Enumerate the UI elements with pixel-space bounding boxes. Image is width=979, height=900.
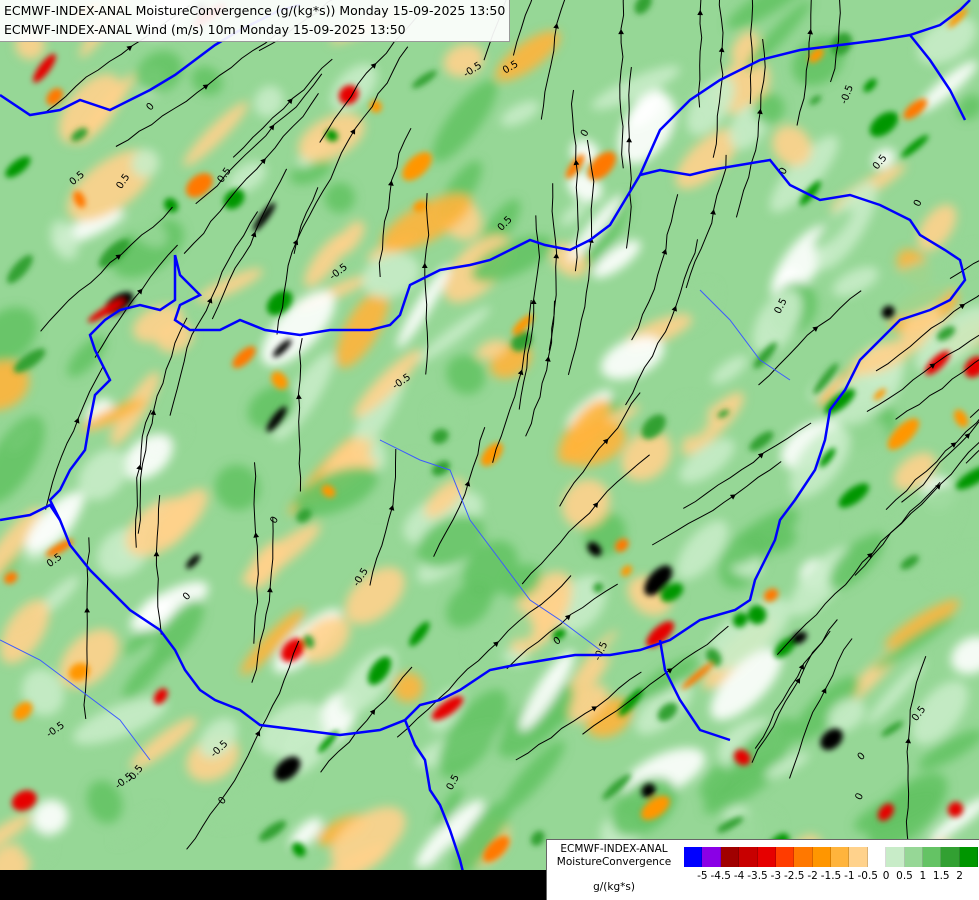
legend-units: g/(kg*s)	[593, 881, 635, 893]
legend-tick-label: 0.5	[896, 870, 913, 882]
legend-swatch	[775, 847, 795, 867]
legend-swatch	[941, 847, 960, 867]
moisture-convergence-map: 0.5-0.500.5-0.500.5-0.500.5-0.500.5-0.50…	[0, 0, 979, 900]
legend-tick-label: -1	[844, 870, 855, 882]
map-title-box: ECMWF-INDEX-ANAL MoistureConvergence (g/…	[0, 0, 511, 42]
legend-tick-label: 0	[882, 870, 890, 882]
legend-tick-label: -2	[807, 870, 818, 882]
legend-tick-label: -2.5	[784, 870, 805, 882]
legend-swatch	[684, 847, 703, 867]
legend-tick-label: -1.5	[820, 870, 842, 882]
legend-swatches	[684, 847, 978, 867]
legend-swatch	[904, 847, 923, 867]
legend-tick-label: 1	[919, 870, 927, 882]
legend-tick-label: 1.5	[932, 870, 950, 882]
legend-swatch	[702, 847, 721, 867]
title-wind: ECMWF-INDEX-ANAL Wind (m/s) 10m Monday 1…	[4, 22, 406, 37]
legend-swatch	[757, 847, 776, 867]
legend-swatch	[849, 847, 868, 867]
legend-ticks: -5 -4.5 -4 -3.5 -3 -2.5 -2 -1.5 -1 -0.5 0 0.5 1 1.5 2	[684, 870, 978, 886]
legend-tick-label: -3.5	[747, 870, 768, 882]
legend-title: ECMWF-INDEX-ANAL MoistureConvergence	[547, 843, 681, 869]
legend-tick-label: -3	[770, 870, 782, 882]
legend-tick-label: -5	[697, 870, 708, 882]
legend-swatch	[959, 847, 978, 867]
legend-swatch	[720, 847, 740, 867]
legend-title-line2: MoistureConvergence	[556, 856, 672, 868]
legend-swatch	[922, 847, 942, 867]
map-view: 0.5 -0.5 0 0.5 -0.5 0 0.5 -0.5 0 0.5 -0.5 0 0.5 -0.5 0…	[0, 0, 979, 900]
legend-swatch	[812, 847, 831, 867]
title-moisture-convergence: ECMWF-INDEX-ANAL MoistureConvergence (g/…	[4, 3, 506, 18]
legend-tick-label: -4.5	[710, 870, 732, 882]
legend-tick-label: 2	[956, 870, 963, 882]
legend-swatch	[886, 847, 905, 867]
legend-swatch	[739, 847, 758, 867]
legend-swatch	[794, 847, 813, 867]
legend-tick-label: -4	[733, 870, 745, 882]
legend-swatch	[831, 847, 850, 867]
legend-title-line1: ECMWF-INDEX-ANAL	[560, 843, 668, 855]
legend-tick-label: -0.5	[857, 870, 879, 882]
legend-swatch	[867, 847, 887, 867]
color-legend: ECMWF-INDEX-ANAL MoistureConvergence g/(…	[546, 839, 979, 900]
